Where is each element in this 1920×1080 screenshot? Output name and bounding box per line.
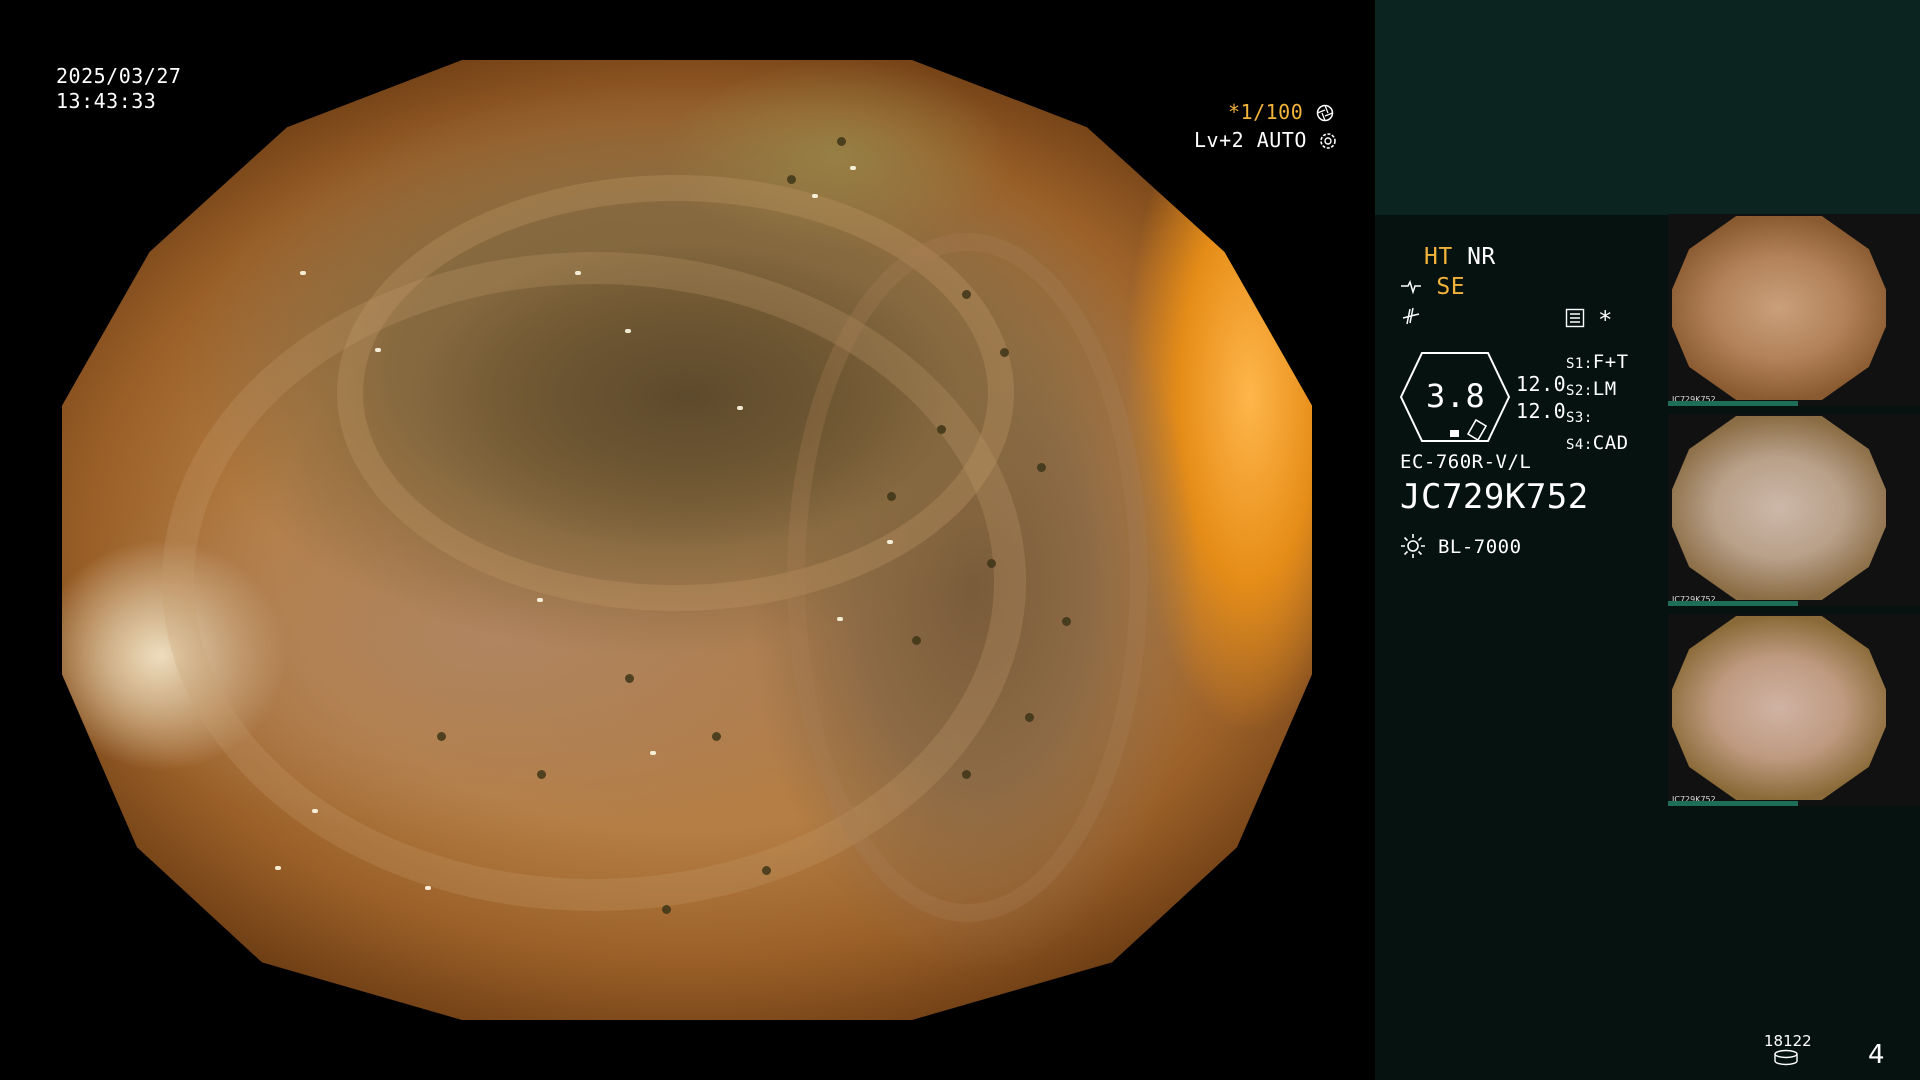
mode-value: AUTO [1256,128,1307,152]
lamp-icon [1401,534,1425,558]
value-1: 12.0 [1516,372,1567,396]
freeze-icon [1402,307,1420,325]
star-indicator: * [1598,306,1613,334]
thumbnail[interactable]: JC729K752 [1668,414,1920,606]
switch-item: S1:F+T [1566,351,1629,373]
page-number: 4 [1868,1040,1885,1070]
level-indicator: Lv+2 AUTO [1194,128,1337,152]
se-label: SE [1436,274,1466,300]
info-panel-header [1375,0,1920,215]
menu-icon [1565,308,1585,328]
thumbnail[interactable]: JC729K752 [1668,614,1920,806]
se-row: SE [1400,275,1465,299]
nr-label: NR [1467,244,1496,270]
switch-item: S4:CAD [1566,432,1629,454]
aperture-icon [1316,104,1334,122]
zoom-value: 3.8 [1426,377,1486,415]
thumbnail-image [1672,616,1886,800]
scope-model: EC-760R-V/L [1400,451,1532,473]
ht-label: HT [1424,244,1453,270]
value-2: 12.0 [1516,399,1567,423]
thumbnail-image [1672,216,1886,400]
scope-serial: JC729K752 [1400,477,1589,517]
storage-counter: 18122 [1764,1032,1812,1050]
thumbnail-bar [1668,801,1798,806]
light-source-label: BL-7000 [1437,536,1522,558]
time-text: 13:43:33 [56,89,157,113]
endoscope-view [62,60,1312,1020]
ht-nr-row: HT NR [1424,245,1496,269]
light-source-row: BL-7000 [1400,533,1522,559]
mucosal-fold [787,232,1148,922]
freeze-row [1400,306,1422,331]
switch-list: S1:F+T S2:LM S3: S4:CAD [1566,350,1629,458]
thumbnail-image [1672,416,1886,600]
switch-item: S3: [1566,410,1593,426]
shutter-value: *1/100 [1228,100,1304,124]
switch-item: S2:LM [1566,378,1617,400]
gear-icon [1320,133,1337,149]
shutter-indicator: *1/100 [1228,100,1334,124]
thumbnail[interactable]: JC729K752 [1668,214,1920,406]
date-text: 2025/03/27 [56,64,182,88]
level-value: Lv+2 [1194,128,1245,152]
scope-icon [1401,279,1421,295]
storage-icon [1774,1049,1798,1066]
thumbnail-bar [1668,401,1798,406]
thumbnail-bar [1668,601,1798,606]
